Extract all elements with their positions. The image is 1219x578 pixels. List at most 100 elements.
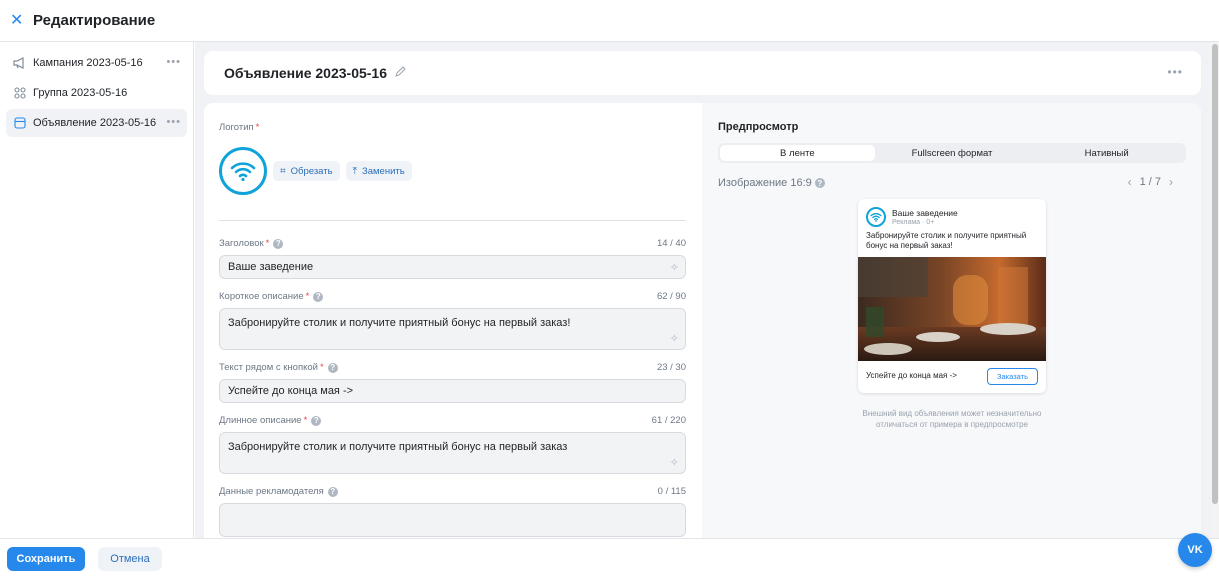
sidebar-item-label: Группа 2023-05-16 xyxy=(33,87,128,99)
required-mark: * xyxy=(305,291,310,302)
chevron-left-icon[interactable]: ‹ xyxy=(1128,175,1132,189)
required-mark: * xyxy=(303,415,308,426)
long-desc-counter: 61 / 220 xyxy=(651,415,686,426)
cancel-button[interactable]: Отмена xyxy=(98,546,162,571)
scrollbar-thumb[interactable] xyxy=(1212,44,1218,504)
required-mark: * xyxy=(319,362,324,373)
advertiser-label: Данные рекламодателя xyxy=(219,486,324,497)
magic-wand-icon[interactable]: ✧ xyxy=(670,456,679,469)
required-mark: * xyxy=(255,122,260,133)
more-icon[interactable]: ••• xyxy=(166,56,181,68)
headline-field: Заголовок * ? 14 / 40 Ваше заведение ✧ xyxy=(219,238,686,279)
ad-preview-header: Ваше заведение Реклама · 0+ xyxy=(866,207,958,227)
grid-icon xyxy=(12,85,28,101)
image-format-label: Изображение 16:9 ? xyxy=(718,177,825,189)
pager-count: 1 / 7 xyxy=(1139,176,1161,188)
ad-text: Забронируйте столик и получите приятный … xyxy=(866,231,1027,250)
advertiser-input[interactable] xyxy=(219,503,686,537)
megaphone-icon xyxy=(12,55,28,71)
sidebar-item-group[interactable]: Группа 2023-05-16 xyxy=(6,79,187,107)
preview-panel: Предпросмотр В ленте Fullscreen формат Н… xyxy=(702,103,1201,538)
button-text-input[interactable]: Успейте до конца мая -> xyxy=(219,379,686,403)
page-title: Редактирование xyxy=(33,12,156,29)
sidebar-item-label: Кампания 2023-05-16 xyxy=(33,57,143,69)
ad-title: Объявление 2023-05-16 xyxy=(224,65,387,81)
edit-pencil-icon[interactable] xyxy=(395,66,406,80)
tab-fullscreen[interactable]: Fullscreen формат xyxy=(875,145,1030,161)
save-button[interactable]: Сохранить xyxy=(7,546,85,571)
replace-button-label: Заменить xyxy=(361,165,405,177)
divider xyxy=(219,220,686,221)
upload-icon: ⤒ xyxy=(352,165,357,177)
button-text-value: Успейте до конца мая -> xyxy=(228,385,354,397)
long-desc-field: Длинное описание * ? 61 / 220 Забронируй… xyxy=(219,415,686,474)
help-icon[interactable]: ? xyxy=(327,362,338,373)
ad-header: Объявление 2023-05-16 ••• xyxy=(204,51,1201,95)
logo-label: Логотип * xyxy=(219,122,260,133)
magic-wand-icon[interactable]: ✧ xyxy=(670,261,679,274)
help-icon[interactable]: ? xyxy=(313,291,324,302)
short-desc-value: Забронируйте столик и получите приятный … xyxy=(228,317,571,329)
order-button[interactable]: Заказать xyxy=(987,368,1038,385)
headline-counter: 14 / 40 xyxy=(656,238,686,249)
sidebar-item-label: Объявление 2023-05-16 xyxy=(33,117,157,129)
sidebar-item-campaign[interactable]: Кампания 2023-05-16 ••• xyxy=(6,49,187,77)
help-icon[interactable]: ? xyxy=(814,178,825,188)
sidebar-item-ad[interactable]: Объявление 2023-05-16 ••• xyxy=(6,109,187,137)
help-icon[interactable]: ? xyxy=(311,415,322,426)
ad-preview-card: Ваше заведение Реклама · 0+ Забронируйте… xyxy=(858,199,1046,393)
vk-help-icon[interactable]: VK xyxy=(1178,533,1212,567)
more-icon[interactable]: ••• xyxy=(1167,65,1183,79)
button-text-counter: 23 / 30 xyxy=(656,362,686,373)
magic-wand-icon[interactable]: ✧ xyxy=(670,332,679,345)
ad-sub: Реклама · 0+ xyxy=(892,218,935,226)
ad-logo xyxy=(866,207,886,227)
logo-row: ⌗ Обрезать ⤒ Заменить xyxy=(219,146,686,196)
help-icon[interactable]: ? xyxy=(327,486,338,497)
long-desc-value: Забронируйте столик и получите приятный … xyxy=(228,441,568,453)
crop-icon: ⌗ xyxy=(280,165,286,177)
ad-image xyxy=(858,257,1046,361)
preview-tabs: В ленте Fullscreen формат Нативный xyxy=(718,143,1186,163)
button-text-field: Текст рядом с кнопкой * ? 23 / 30 Успейт… xyxy=(219,362,686,403)
crop-button-label: Обрезать xyxy=(290,165,333,177)
main-area: Объявление 2023-05-16 ••• Логотип * ⌗ Обр… xyxy=(195,42,1211,538)
required-mark: * xyxy=(265,238,270,249)
short-desc-input[interactable]: Забронируйте столик и получите приятный … xyxy=(219,308,686,350)
help-icon[interactable]: ? xyxy=(273,238,284,249)
wifi-icon xyxy=(870,213,882,222)
short-desc-field: Короткое описание * ? 62 / 90 Забронируй… xyxy=(219,291,686,350)
tab-feed[interactable]: В ленте xyxy=(720,145,875,161)
image-pager: ‹ 1 / 7 › xyxy=(1120,175,1181,189)
footer-bar: Сохранить Отмена xyxy=(0,538,1219,578)
ad-name: Ваше заведение xyxy=(892,207,958,218)
replace-button[interactable]: ⤒ Заменить xyxy=(345,161,412,181)
more-icon[interactable]: ••• xyxy=(166,116,181,128)
scrollbar[interactable] xyxy=(1211,42,1219,538)
headline-label: Заголовок xyxy=(219,238,264,249)
tab-native[interactable]: Нативный xyxy=(1029,145,1184,161)
sidebar: Кампания 2023-05-16 ••• Группа 2023-05-1… xyxy=(0,42,194,538)
advertiser-field: Данные рекламодателя ? 0 / 115 xyxy=(219,486,686,537)
ad-icon xyxy=(12,115,28,131)
ad-name-block: Ваше заведение Реклама · 0+ xyxy=(886,208,958,227)
top-bar: ✕ Редактирование xyxy=(0,0,1219,42)
long-desc-input[interactable]: Забронируйте столик и получите приятный … xyxy=(219,432,686,474)
headline-value: Ваше заведение xyxy=(228,261,314,273)
close-icon[interactable]: ✕ xyxy=(10,12,24,28)
image-format-text: Изображение 16:9 xyxy=(718,177,812,189)
ad-footer-text: Успейте до конца мая -> xyxy=(866,371,957,380)
ad-form: Логотип * ⌗ Обрезать ⤒ Заменить Заголовок… xyxy=(204,103,702,538)
short-desc-counter: 62 / 90 xyxy=(656,291,686,302)
preview-note: Внешний вид объявления может незначитель… xyxy=(862,409,1042,429)
chevron-right-icon[interactable]: › xyxy=(1169,175,1173,189)
advertiser-counter: 0 / 115 xyxy=(657,486,686,497)
wifi-icon xyxy=(230,162,256,182)
crop-button[interactable]: ⌗ Обрезать xyxy=(273,161,340,181)
logo-image xyxy=(219,147,267,195)
button-text-label: Текст рядом с кнопкой xyxy=(219,362,318,373)
short-desc-label: Короткое описание xyxy=(219,291,304,302)
long-desc-label: Длинное описание xyxy=(219,415,302,426)
headline-input[interactable]: Ваше заведение ✧ xyxy=(219,255,686,279)
preview-title: Предпросмотр xyxy=(718,121,799,133)
